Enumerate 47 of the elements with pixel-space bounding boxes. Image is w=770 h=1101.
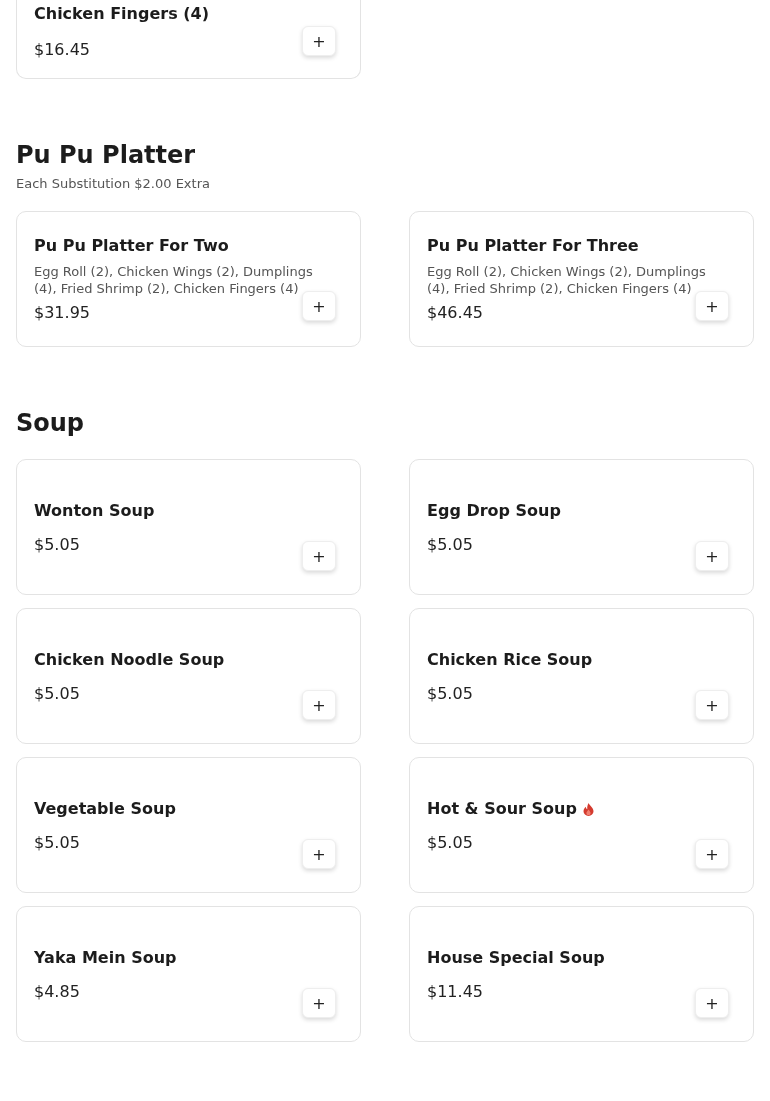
menu-item-card[interactable]: Vegetable Soup $5.05 +: [16, 757, 361, 893]
add-button[interactable]: +: [695, 839, 729, 869]
item-title: Egg Drop Soup: [427, 501, 561, 521]
item-price: $5.05: [34, 535, 80, 555]
add-button[interactable]: +: [302, 26, 336, 56]
item-price: $5.05: [34, 684, 80, 704]
add-button[interactable]: +: [302, 988, 336, 1018]
item-price: $16.45: [34, 40, 90, 60]
item-title: Wonton Soup: [34, 501, 155, 521]
add-button[interactable]: +: [695, 988, 729, 1018]
section-note: Each Substitution $2.00 Extra: [16, 175, 211, 193]
item-price: $5.05: [427, 833, 473, 853]
section-heading: Pu Pu Platter: [16, 141, 197, 169]
menu-item-card[interactable]: Egg Drop Soup $5.05 +: [409, 459, 754, 595]
section-heading: Soup: [16, 409, 86, 437]
add-button[interactable]: +: [302, 291, 336, 321]
item-price: $31.95: [34, 303, 90, 323]
menu-item-card[interactable]: Pu Pu Platter For Three Egg Roll (2), Chicken Wings (2), Dumplings (4), Fried Shrimp (2), Chicken Fingers (4) $46.45 +: [409, 211, 754, 347]
item-price: $4.85: [34, 982, 80, 1002]
add-button[interactable]: +: [302, 541, 336, 571]
menu-item-card[interactable]: Yaka Mein Soup $4.85 +: [16, 906, 361, 1042]
item-title: Chicken Fingers (4): [34, 4, 209, 24]
item-title: Pu Pu Platter For Two: [34, 236, 229, 256]
add-button[interactable]: +: [695, 291, 729, 321]
item-title: Chicken Noodle Soup: [34, 650, 225, 670]
menu-item-card[interactable]: Chicken Fingers (4) $16.45 +: [16, 0, 361, 79]
menu-item-card[interactable]: House Special Soup $11.45 +: [409, 906, 754, 1042]
menu-item-card[interactable]: Chicken Rice Soup $5.05 +: [409, 608, 754, 744]
menu-item-card[interactable]: Wonton Soup $5.05 +: [16, 459, 361, 595]
item-price: $5.05: [34, 833, 80, 853]
menu-item-card[interactable]: Pu Pu Platter For Two Egg Roll (2), Chicken Wings (2), Dumplings (4), Fried Shrimp (2), Chicken Fingers (4) $31.95 +: [16, 211, 361, 347]
item-title: Hot & Sour Soup: [427, 799, 577, 819]
item-price: $46.45: [427, 303, 483, 323]
item-price: $5.05: [427, 684, 473, 704]
add-button[interactable]: +: [302, 690, 336, 720]
item-title: Vegetable Soup: [34, 799, 176, 819]
add-button[interactable]: +: [302, 839, 336, 869]
add-button[interactable]: +: [695, 690, 729, 720]
item-title: House Special Soup: [427, 948, 605, 968]
item-price: $11.45: [427, 982, 483, 1002]
item-title: Pu Pu Platter For Three: [427, 236, 639, 256]
menu-item-card[interactable]: Hot & Sour Soup $5.05 +: [409, 757, 754, 893]
add-button[interactable]: +: [695, 541, 729, 571]
item-title: Yaka Mein Soup: [34, 948, 177, 968]
item-price: $5.05: [427, 535, 473, 555]
item-title: Chicken Rice Soup: [427, 650, 593, 670]
menu-item-card[interactable]: Chicken Noodle Soup $5.05 +: [16, 608, 361, 744]
